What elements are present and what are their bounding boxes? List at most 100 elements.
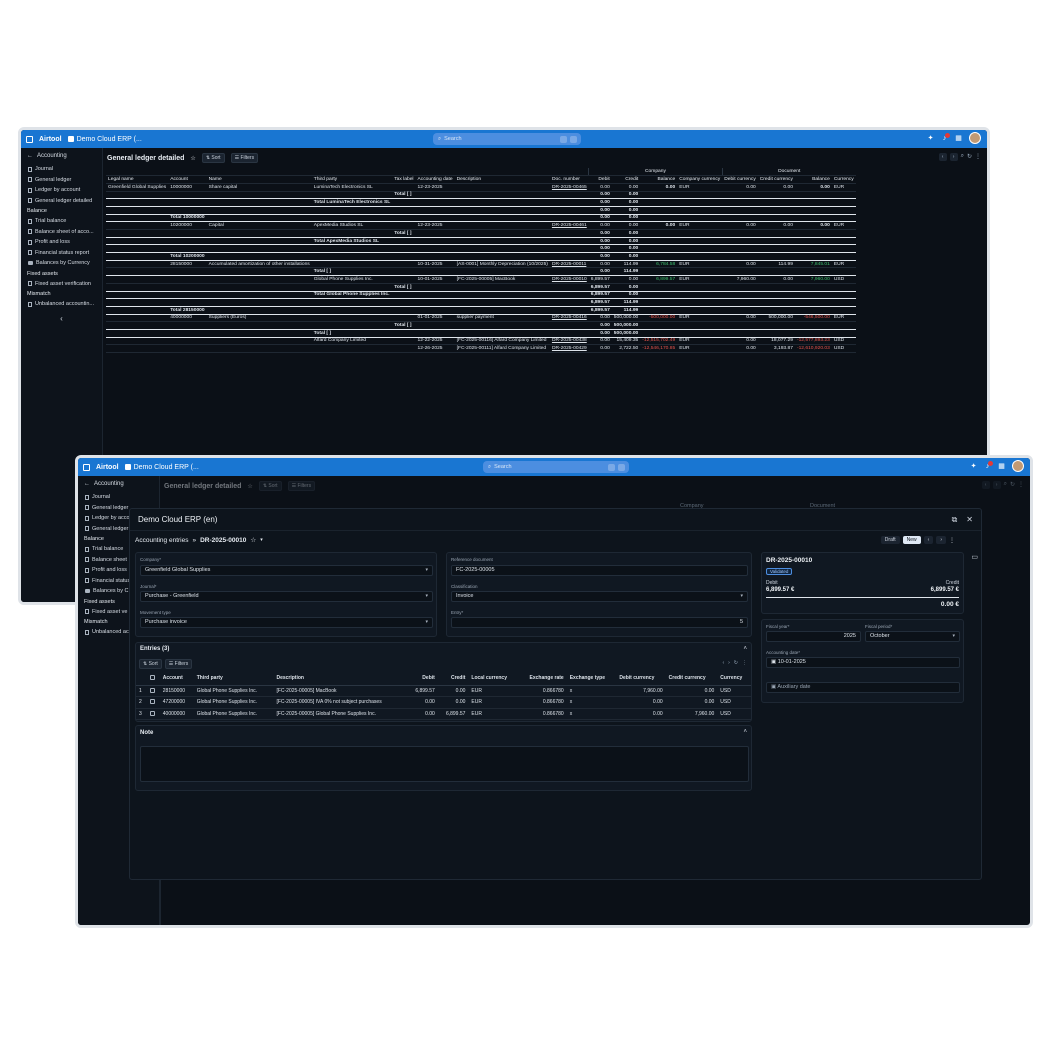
column-header[interactable]: Local currency (468, 671, 519, 686)
fiscal-year-input[interactable]: 2025 (766, 631, 861, 642)
sidebar-item[interactable]: Journal (21, 164, 102, 175)
sidebar-item[interactable]: Journal (78, 492, 159, 503)
cell-lcur[interactable]: EUR (468, 708, 519, 720)
cell-rate[interactable]: 0.866780 (518, 685, 567, 697)
checkbox[interactable] (149, 699, 155, 705)
more-icon[interactable]: ⋮ (742, 660, 747, 666)
search-input[interactable]: ⌕ Search (483, 461, 629, 473)
column-header[interactable]: Debit (407, 671, 438, 686)
column-header[interactable]: Account (168, 175, 207, 184)
cell-third[interactable]: Global Phone Supplies Inc. (193, 696, 274, 709)
cell-cur[interactable]: USD (717, 708, 751, 720)
movement-select[interactable]: Purchase invoice ▾ (140, 617, 433, 628)
checkbox[interactable] (149, 710, 155, 716)
column-header[interactable]: Legal name (106, 175, 169, 184)
refresh-icon[interactable]: ↻ (967, 153, 972, 161)
cell-etype[interactable]: x (566, 708, 617, 720)
column-header[interactable]: Credit currency (665, 671, 718, 686)
row-checkbox[interactable] (146, 696, 160, 709)
next-icon[interactable]: › (949, 153, 958, 161)
draft-tag[interactable]: Draft (880, 536, 900, 544)
sort-button[interactable]: ⇅ Sort (139, 659, 162, 669)
app-tab[interactable]: Demo Cloud ERP (... (67, 136, 142, 143)
refdoc-input[interactable]: FC-2025-00005 (451, 565, 748, 576)
breadcrumb-root[interactable]: Accounting entries (135, 537, 188, 544)
star-icon[interactable]: ☆ (247, 483, 252, 490)
column-header[interactable]: Doc. number (549, 175, 589, 184)
column-header[interactable]: Debit (588, 175, 612, 184)
chevron-up-icon[interactable]: ˄ (743, 729, 747, 735)
search-icon[interactable]: ⌕ (1004, 481, 1007, 489)
cell-desc[interactable]: [FC-2025-00005] MacBook (273, 685, 408, 697)
app-tab[interactable]: Demo Cloud ERP (... (124, 464, 199, 471)
cell-desc[interactable]: [FC-2025-00005] Global Phone Supplies In… (273, 708, 408, 720)
aux-date-input[interactable]: ▣ Auxiliary date (766, 682, 960, 693)
cell-third[interactable]: Global Phone Supplies Inc. (193, 685, 274, 697)
column-header[interactable]: Debit currency (722, 175, 758, 184)
next-icon[interactable]: › (728, 660, 730, 666)
more-icon[interactable]: ⋮ (975, 153, 981, 161)
refresh-icon[interactable]: ↻ (734, 660, 738, 666)
prev-icon[interactable]: ‹ (981, 481, 990, 489)
column-header[interactable]: Description (273, 671, 408, 686)
sidebar-item[interactable]: Financial status report (21, 248, 102, 259)
close-icon[interactable]: ✕ (966, 515, 973, 525)
sidebar-item[interactable]: Balance sheet of acco... (21, 227, 102, 238)
next-icon[interactable]: › (936, 536, 946, 544)
doc-link[interactable]: DR-2025-00010 (549, 275, 589, 284)
cell-debit[interactable]: 0.00 (407, 696, 438, 709)
cell-etype[interactable]: x (566, 696, 617, 709)
cell-lcur[interactable]: EUR (468, 696, 519, 709)
avatar[interactable] (969, 132, 981, 144)
column-header[interactable]: Credit currency (757, 175, 795, 184)
prev-icon[interactable]: ‹ (938, 153, 947, 161)
column-header[interactable]: Account (159, 671, 194, 686)
column-header[interactable]: Exchange rate (518, 671, 567, 686)
sidebar-item[interactable]: Fixed asset verification (21, 279, 102, 290)
prev-icon[interactable]: ‹ (923, 536, 934, 544)
comment-icon[interactable]: ▭ (971, 553, 978, 561)
doc-link[interactable]: DR-2025-00438 (549, 337, 589, 346)
column-header[interactable]: Third party (193, 671, 274, 686)
cell-cur[interactable]: USD (717, 696, 751, 709)
more-icon[interactable]: ⋮ (949, 537, 955, 544)
column-header[interactable]: Accounting date (415, 175, 455, 184)
cell-dcd[interactable]: 0.00 (616, 708, 666, 720)
star-icon[interactable]: ☆ (190, 155, 195, 162)
doc-link[interactable]: DR-2025-00465 (549, 183, 589, 192)
prev-icon[interactable]: ‹ (722, 660, 724, 666)
column-header[interactable]: Name (206, 175, 312, 184)
new-tag[interactable]: New (902, 536, 921, 544)
ai-sparkle-icon[interactable]: ✦ (970, 463, 977, 470)
sidebar-item[interactable]: Profit and loss (21, 237, 102, 248)
doc-link[interactable]: DR-2025-00011 (549, 260, 589, 269)
column-header[interactable]: Balance (794, 175, 832, 184)
column-header[interactable]: Third party (311, 175, 393, 184)
ai-sparkle-icon[interactable]: ✦ (927, 135, 934, 142)
chevron-up-icon[interactable]: ˄ (743, 646, 747, 652)
doc-link[interactable]: DR-2025-00429 (549, 344, 589, 353)
cell-credit[interactable]: 0.00 (437, 696, 469, 709)
sidebar-item[interactable]: General ledger detailed (21, 196, 102, 207)
cell-acct[interactable]: 28150000 (159, 685, 194, 697)
cell-credit[interactable]: 6,899.57 (437, 708, 469, 720)
refresh-icon[interactable]: ↻ (1010, 481, 1015, 489)
search-input[interactable]: ⌕ Search (433, 133, 581, 145)
cell-lcur[interactable]: EUR (468, 685, 519, 697)
sidebar-item[interactable]: Ledger by account (21, 185, 102, 196)
cell-rate[interactable]: 0.866780 (518, 696, 567, 709)
column-header[interactable]: Balance (640, 175, 678, 184)
star-icon[interactable]: ☆ (250, 536, 256, 544)
cell-dcc[interactable]: 7,960.00 (665, 708, 718, 720)
column-header[interactable]: Description (454, 175, 550, 184)
sidebar-item[interactable]: Unbalanced accountin... (21, 299, 102, 310)
apps-grid-icon[interactable]: ▦ (998, 463, 1005, 470)
filters-button[interactable]: ☰ Filters (287, 481, 316, 491)
select-all-checkbox[interactable] (146, 671, 160, 686)
note-textarea[interactable] (140, 746, 749, 782)
cell-rate[interactable]: 0.866780 (518, 708, 567, 720)
cell-debit[interactable]: 0.00 (407, 708, 438, 720)
apps-grid-icon[interactable]: ▦ (955, 135, 962, 142)
entry-row[interactable]: 1 28150000 Global Phone Supplies Inc. [FC-2… (136, 685, 751, 697)
entry-input[interactable]: 5 (451, 617, 748, 628)
